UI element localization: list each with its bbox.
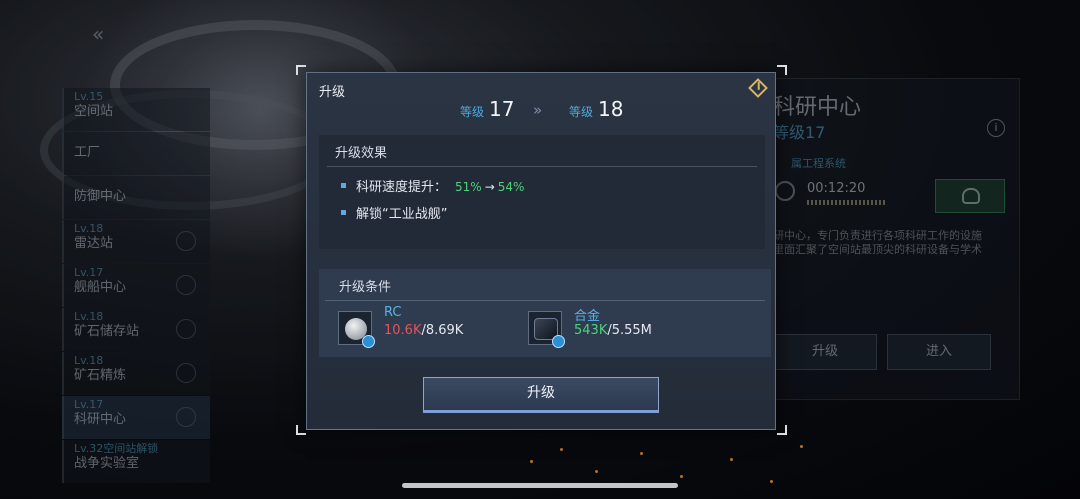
modal-corner	[777, 425, 787, 435]
divider	[325, 300, 765, 301]
resource-amount: 543K/5.55M	[574, 323, 652, 338]
effects-header: 升级效果	[335, 146, 388, 161]
current-level-label: 等级	[460, 105, 485, 119]
bullet-icon	[341, 210, 346, 215]
resource-required: /8.69K	[421, 323, 464, 338]
effect-from-value: 51%	[455, 180, 482, 194]
resource-amount: 10.6K/8.69K	[384, 323, 463, 338]
next-level: 18	[598, 97, 624, 121]
divider	[327, 166, 757, 167]
resource-required: /5.55M	[607, 323, 652, 338]
resource-owned: 543K	[574, 323, 608, 338]
effect-item: 解锁“工业战舰”	[341, 203, 447, 222]
effect-to-value: 54%	[497, 180, 525, 194]
rc-coin-icon	[338, 311, 375, 348]
resource-name: 合金	[574, 309, 601, 324]
conditions-header: 升级条件	[339, 280, 392, 295]
upgrade-button[interactable]: 升级	[423, 377, 659, 413]
modal-corner	[296, 425, 306, 435]
resource-owned: 10.6K	[384, 323, 422, 338]
refresh-badge-icon	[362, 335, 375, 348]
refresh-badge-icon	[552, 335, 565, 348]
alloy-icon	[528, 311, 565, 348]
home-indicator[interactable]	[402, 483, 678, 488]
level-change: 等级 17 » 等级 18	[307, 95, 777, 125]
upgrade-dialog: 升级 等级 17 » 等级 18 升级效果 科研速度提升： 51% → 54% 解锁“…	[306, 72, 776, 430]
upgrade-conditions-section: 升级条件 RC 10.6K/8.69K 合金 543K/5.55M	[319, 269, 771, 357]
modal-corner	[777, 65, 787, 75]
bullet-icon	[341, 183, 346, 188]
current-level: 17	[489, 97, 515, 121]
effect-text: 科研速度提升：	[356, 180, 448, 195]
effect-item: 科研速度提升： 51% → 54%	[341, 176, 524, 195]
effect-text: 解锁“工业战舰”	[356, 207, 448, 222]
upgrade-effects-section: 升级效果 科研速度提升： 51% → 54% 解锁“工业战舰”	[319, 135, 765, 249]
resource-name: RC	[384, 305, 402, 320]
arrow-right-icon: →	[484, 180, 495, 194]
next-level-label: 等级	[569, 105, 594, 119]
double-arrow-icon: »	[533, 101, 542, 119]
modal-corner	[296, 65, 306, 75]
